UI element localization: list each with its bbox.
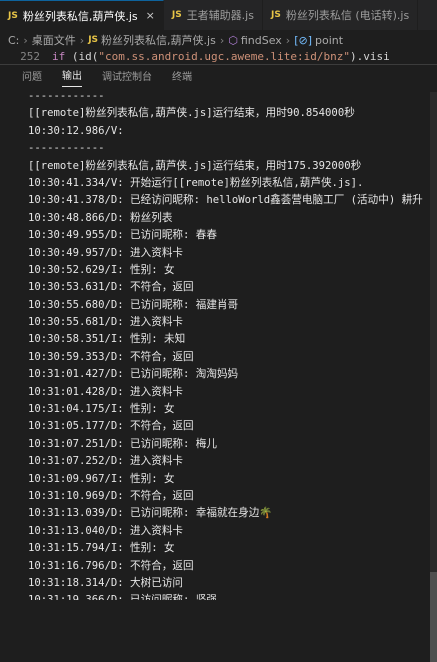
output-line: 10:30:48.866/D: 粉丝列表 xyxy=(28,211,173,224)
output-line: 10:30:53.631/D: 不符合，返回 xyxy=(28,281,194,294)
output-line: 10:30:58.351/I: 性别: 未知 xyxy=(28,333,186,346)
output-line: 10:31:13.040/D: 进入资料卡 xyxy=(28,524,184,537)
breadcrumb: C: › 桌面文件 › JS 粉丝列表私信,葫芦侠.js › ⬡ findSex… xyxy=(0,30,437,50)
tab-problems[interactable]: 问题 xyxy=(22,68,42,87)
tab-label: 粉丝列表私信,葫芦侠.js xyxy=(22,9,138,23)
output-line: 10:31:10.969/D: 不符合，返回 xyxy=(28,489,194,502)
tab-output[interactable]: 输出 xyxy=(62,67,82,87)
output-line: ------------ xyxy=(28,90,105,102)
tab-wangzhe-helper[interactable]: JS 王者辅助器.js xyxy=(164,0,263,30)
line-number: 252 xyxy=(20,50,40,63)
output-line: ------------ xyxy=(28,142,105,155)
breadcrumb-symbol[interactable]: findSex xyxy=(241,34,282,47)
js-file-icon: JS xyxy=(8,10,18,21)
close-icon[interactable]: × xyxy=(146,9,155,22)
chevron-right-icon: › xyxy=(219,33,225,47)
js-file-icon: JS xyxy=(88,35,99,45)
tab-debug-console[interactable]: 调试控制台 xyxy=(102,68,152,87)
tab-label: 粉丝列表私信 (电话转).js xyxy=(285,9,410,22)
output-line: 10:30:12.986/V: xyxy=(28,124,124,137)
output-line: 10:31:13.039/D: 已访问昵称: 幸福就在身边🌴 xyxy=(28,507,273,520)
output-line: 10:30:55.680/D: 已访问昵称: 福建肖哥 xyxy=(28,298,239,311)
output-line: 10:30:52.629/I: 性别: 女 xyxy=(28,263,175,276)
output-line: 10:30:49.957/D: 进入资料卡 xyxy=(28,246,184,259)
chevron-right-icon: › xyxy=(79,33,85,47)
output-line: 10:31:19.366/D: 已访问昵称: 坚强 xyxy=(28,592,437,600)
output-line: 10:31:01.428/D: 进入资料卡 xyxy=(28,385,184,398)
tab-label: 王者辅助器.js xyxy=(186,9,254,22)
output-log[interactable]: ------------ [[remote]粉丝列表私信,葫芦侠.js]运行结束，… xyxy=(28,88,437,600)
js-file-icon: JS xyxy=(171,10,182,20)
breadcrumb-drive[interactable]: C: xyxy=(8,34,19,47)
output-line: [[remote]粉丝列表私信,葫芦侠.js]运行结束，用时175.392000… xyxy=(28,159,362,172)
tab-terminal[interactable]: 终端 xyxy=(172,68,192,87)
code-line[interactable]: 252 if (id("com.ss.android.ugc.aweme.lite… xyxy=(0,50,437,64)
scrollbar-thumb[interactable] xyxy=(430,572,437,662)
output-line: 10:31:15.794/I: 性别: 女 xyxy=(28,542,175,555)
breadcrumb-variable[interactable]: point xyxy=(315,34,343,47)
tab-fans-list-phone[interactable]: JS 粉丝列表私信 (电话转).js xyxy=(263,0,419,30)
output-line: 10:30:55.681/D: 进入资料卡 xyxy=(28,316,184,329)
output-line: 10:31:18.314/D: 大树已访问 xyxy=(28,576,184,589)
output-line: 10:31:09.967/I: 性别: 女 xyxy=(28,472,175,485)
breadcrumb-folder[interactable]: 桌面文件 xyxy=(32,32,76,48)
output-line: 10:30:49.955/D: 已访问昵称: 春春 xyxy=(28,229,217,242)
output-line: 10:31:07.251/D: 已访问昵称: 梅儿 xyxy=(28,437,217,450)
output-line: [[remote]粉丝列表私信,葫芦侠.js]运行结束，用时90.854000秒 xyxy=(28,107,355,120)
output-line: 10:31:04.175/I: 性别: 女 xyxy=(28,403,175,416)
output-line: 10:31:07.252/D: 进入资料卡 xyxy=(28,455,184,468)
output-line: 10:31:05.177/D: 不符合，返回 xyxy=(28,420,194,433)
chevron-right-icon: › xyxy=(23,33,28,47)
panel-tabs: 问题 输出 调试控制台 终端 xyxy=(0,65,437,87)
output-line: 10:30:59.353/D: 不符合，返回 xyxy=(28,350,194,363)
code-keyword: if xyxy=(52,50,66,63)
breadcrumb-file[interactable]: 粉丝列表私信,葫芦侠.js xyxy=(101,32,216,48)
method-icon: ⬡ xyxy=(228,33,238,47)
output-line: 10:31:01.427/D: 已访问昵称: 淘淘妈妈 xyxy=(28,368,239,381)
variable-icon: [⊘] xyxy=(294,33,313,47)
output-line: 10:30:41.378/D: 已经访问昵称: helloWorld鑫荟营电脑工… xyxy=(28,194,423,207)
output-line: 10:30:41.334/V: 开始运行[[remote]粉丝列表私信,葫芦侠.… xyxy=(28,176,364,189)
code-string: "com.ss.android.ugc.aweme.lite:id/bnz" xyxy=(98,50,351,63)
tab-fans-list-huluxia[interactable]: JS 粉丝列表私信,葫芦侠.js × xyxy=(0,0,164,30)
code-text: ).visi xyxy=(350,50,390,63)
editor-tab-bar: JS 粉丝列表私信,葫芦侠.js × JS 王者辅助器.js JS 粉丝列表私信… xyxy=(0,0,437,30)
code-text: (id( xyxy=(65,50,99,63)
chevron-right-icon: › xyxy=(285,33,291,47)
output-line: 10:31:16.796/D: 不符合，返回 xyxy=(28,559,194,572)
js-file-icon: JS xyxy=(270,10,281,20)
output-scrollbar[interactable] xyxy=(430,92,437,662)
